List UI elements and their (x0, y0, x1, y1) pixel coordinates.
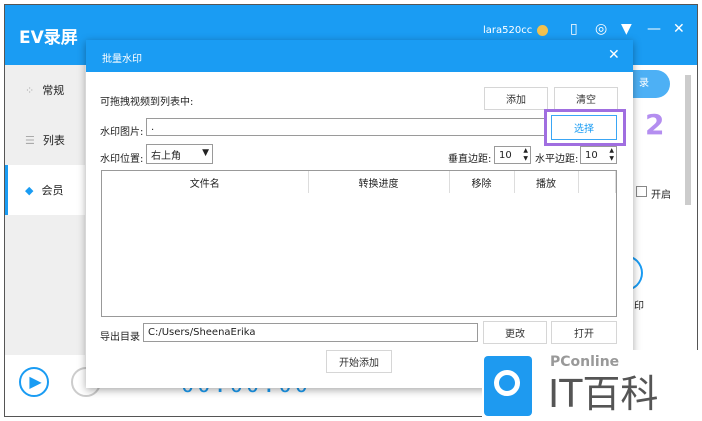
position-value: 右上角 (151, 150, 181, 162)
col-filename[interactable]: 文件名 (102, 171, 309, 193)
minimize-icon[interactable]: — (647, 21, 661, 37)
watermark-feature-label: 印 (634, 301, 644, 312)
app-title: EV录屏 (19, 28, 78, 48)
menu-icon[interactable]: ▼ (621, 21, 632, 37)
open-button[interactable]: 打开 (551, 321, 617, 344)
sidebar-item-list[interactable]: ☰ 列表 (5, 115, 85, 165)
brand-name: IT百科 (548, 372, 659, 416)
record-button-label: 录 (639, 78, 649, 89)
start-button[interactable]: 开始添加 (326, 350, 392, 373)
vip-badge-icon (537, 25, 548, 36)
play-button[interactable]: ▶ (19, 367, 49, 397)
scrollbar[interactable] (685, 75, 691, 205)
col-empty (578, 171, 616, 193)
pconline-watermark: PConline IT百科 (482, 350, 702, 421)
phone-icon[interactable]: ▯ (570, 21, 578, 37)
close-icon[interactable]: ✕ (673, 21, 685, 37)
diamond-icon: ◆ (25, 183, 34, 197)
position-select[interactable]: 右上角 ▼ (146, 144, 213, 164)
spinner-arrows-icon[interactable]: ▲ ▼ (609, 147, 614, 163)
sidebar-item-label: 常规 (42, 84, 65, 97)
clear-button[interactable]: 清空 (554, 87, 618, 110)
col-play[interactable]: 播放 (514, 171, 579, 193)
sidebar-item-label: 会员 (41, 184, 64, 197)
sidebar-item-general[interactable]: ⁘ 常规 (5, 65, 85, 115)
step-number: 2 (645, 108, 665, 141)
batch-watermark-dialog: 批量水印 ✕ 可拖拽视频到列表中: 添加 清空 水印图片: . 选择 水印位置:… (86, 40, 633, 388)
export-label: 导出目录 (100, 332, 140, 343)
hmargin-label: 水平边距: (535, 154, 579, 165)
settings-icon[interactable]: ◎ (595, 21, 607, 37)
list-icon: ☰ (25, 133, 35, 147)
image-label: 水印图片: (100, 127, 144, 138)
vmargin-spinner[interactable]: 10 ▲ ▼ (494, 146, 531, 164)
position-label: 水印位置: (100, 154, 144, 165)
brand-text: PConline (550, 354, 620, 370)
change-button[interactable]: 更改 (483, 321, 547, 344)
grid-icon: ⁘ (25, 83, 35, 97)
magnifier-logo-icon (484, 356, 532, 416)
drag-hint: 可拖拽视频到列表中: (100, 97, 194, 108)
col-progress[interactable]: 转换进度 (308, 171, 450, 193)
spinner-arrows-icon[interactable]: ▲ ▼ (523, 147, 528, 163)
dialog-header: 批量水印 ✕ (86, 40, 633, 72)
export-path-input[interactable]: C:/Users/SheenaErika (143, 323, 478, 342)
sidebar-item-label: 列表 (42, 134, 65, 147)
sidebar: ⁘ 常规 ☰ 列表 ◆ 会员 (5, 65, 85, 355)
hmargin-spinner[interactable]: 10 ▲ ▼ (580, 146, 617, 164)
table-header: 文件名 转换进度 移除 播放 (102, 171, 616, 193)
dialog-close-icon[interactable]: ✕ (608, 47, 620, 63)
enable-checkbox[interactable] (636, 186, 647, 197)
col-remove[interactable]: 移除 (449, 171, 515, 193)
add-button[interactable]: 添加 (484, 87, 548, 110)
hmargin-value: 10 (585, 149, 598, 161)
username[interactable]: lara520cc (483, 25, 532, 36)
vmargin-value: 10 (499, 149, 512, 161)
vmargin-label: 垂直边距: (448, 154, 492, 165)
sidebar-item-member[interactable]: ◆ 会员 (5, 165, 85, 215)
image-path-input[interactable]: . (146, 118, 546, 136)
file-table[interactable]: 文件名 转换进度 移除 播放 (101, 170, 617, 317)
chevron-down-icon: ▼ (202, 148, 209, 158)
choose-button[interactable]: 选择 (551, 115, 617, 140)
enable-label: 开启 (651, 190, 671, 201)
dialog-title: 批量水印 (102, 54, 142, 65)
